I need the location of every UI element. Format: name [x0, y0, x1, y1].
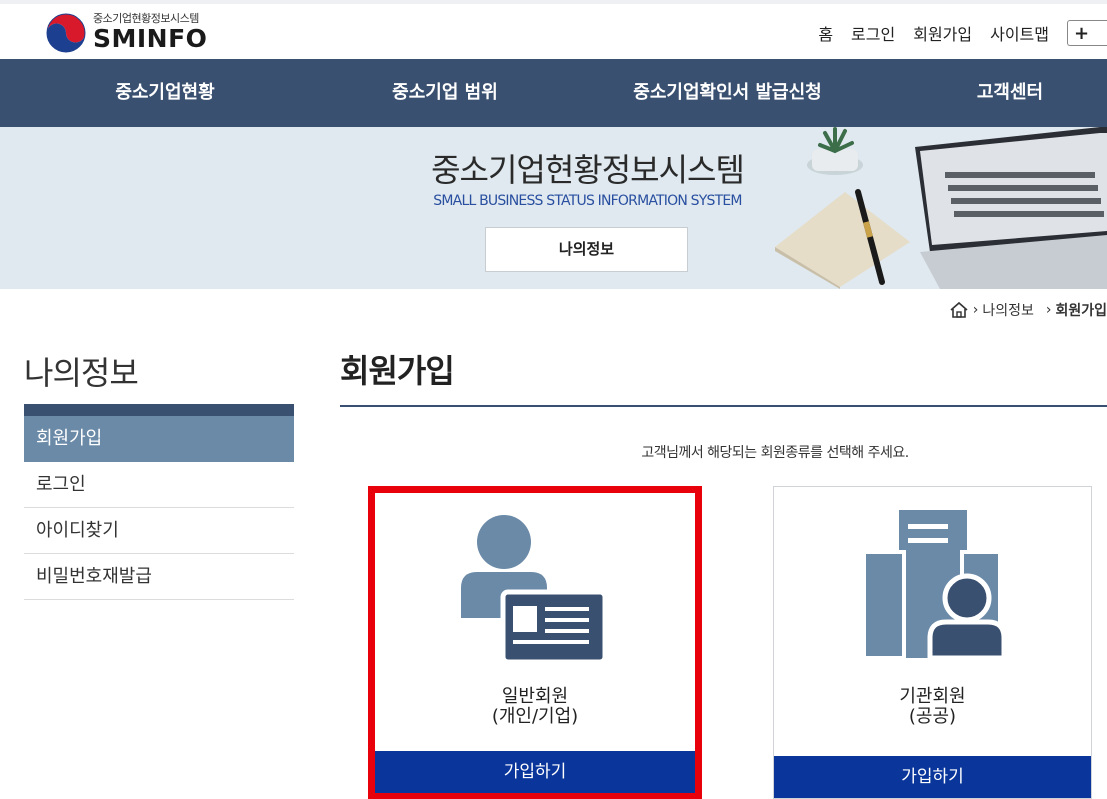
utility-links: 홈 로그인 회원가입 사이트맵 + [818, 20, 1107, 46]
sitemap-link[interactable]: 사이트맵 [990, 21, 1049, 45]
chevron-right-icon: › [1045, 302, 1052, 318]
intro-text: 고객님께서 해당되는 회원종류를 선택해 주세요. [641, 445, 909, 461]
breadcrumb-item-my-info[interactable]: 나의정보 [982, 300, 1034, 320]
nav-item-customer-center[interactable]: 고객센터 [925, 59, 1095, 127]
sidebar-item-signup[interactable]: 회원가입 [24, 416, 294, 462]
person-id-card-icon [461, 515, 608, 662]
taegeuk-logo-icon [46, 13, 86, 53]
institution-member-signup-button[interactable]: 가입하기 [774, 756, 1091, 798]
login-link[interactable]: 로그인 [851, 21, 895, 45]
sidebar-item-find-id[interactable]: 아이디찾기 [24, 508, 294, 554]
desk-illustration-icon [775, 127, 1107, 289]
general-member-label: 일반회원 [501, 686, 569, 707]
logo-text: 중소기업현황정보시스템 SMINFO [93, 13, 207, 53]
site-logo[interactable]: 중소기업현황정보시스템 SMINFO [46, 10, 207, 56]
general-member-sublabel: (개인/기업) [491, 706, 579, 727]
breadcrumb: › 나의정보 › 회원가입 [949, 300, 1107, 320]
building-person-icon [864, 510, 1004, 658]
page-banner: 중소기업현황정보시스템 SMALL BUSINESS STATUS INFORM… [0, 127, 1107, 289]
page-title: 회원가입 [340, 352, 455, 390]
institution-member-card[interactable]: 기관회원 (공공) 가입하기 [773, 486, 1092, 799]
chevron-right-icon: › [972, 302, 979, 318]
breadcrumb-item-signup[interactable]: 회원가입 [1055, 300, 1107, 320]
sidebar-menu: 회원가입 로그인 아이디찾기 비밀번호재발급 [24, 404, 294, 600]
logo-title: SMINFO [93, 24, 208, 53]
my-info-button[interactable]: 나의정보 [485, 227, 688, 272]
home-icon[interactable] [949, 301, 969, 319]
sidebar-item-login[interactable]: 로그인 [24, 462, 294, 508]
general-member-card[interactable]: 일반회원 (개인/기업) 가입하기 [368, 486, 702, 799]
sidebar-item-reset-password[interactable]: 비밀번호재발급 [24, 554, 294, 600]
home-link[interactable]: 홈 [818, 21, 833, 45]
plus-icon: + [1074, 22, 1090, 44]
nav-item-certificate-apply[interactable]: 중소기업확인서 발급신청 [610, 59, 845, 127]
title-divider [340, 405, 1107, 407]
nav-item-sme-scope[interactable]: 중소기업 범위 [350, 59, 540, 127]
signup-link[interactable]: 회원가입 [913, 21, 972, 45]
main-navigation: 중소기업현황 중소기업 범위 중소기업확인서 발급신청 고객센터 [0, 59, 1107, 127]
nav-item-sme-status[interactable]: 중소기업현황 [70, 59, 260, 127]
zoom-in-button[interactable]: + [1067, 20, 1107, 46]
institution-member-sublabel: (공공) [908, 706, 957, 727]
general-member-signup-button[interactable]: 가입하기 [375, 751, 695, 793]
top-bar: 중소기업현황정보시스템 SMINFO 홈 로그인 회원가입 사이트맵 + [0, 0, 1107, 59]
institution-member-label: 기관회원 [899, 686, 966, 707]
sidebar-title: 나의정보 [24, 354, 139, 392]
